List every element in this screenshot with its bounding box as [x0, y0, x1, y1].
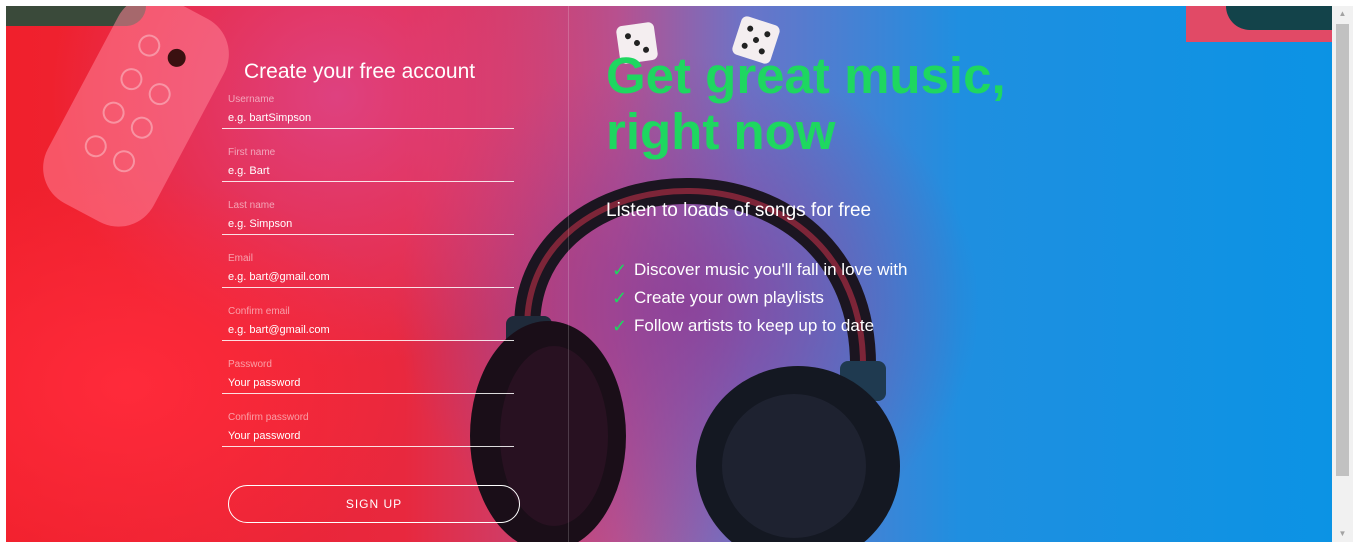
feature-item: ✓ Follow artists to keep up to date [612, 312, 1166, 340]
feature-list: ✓ Discover music you'll fall in love wit… [606, 256, 1166, 340]
promo-heading-line2: right now [606, 103, 836, 160]
background-plant [1226, 6, 1332, 30]
feature-item: ✓ Discover music you'll fall in love wit… [612, 256, 1166, 284]
first-name-label: First name [228, 147, 276, 158]
confirm-email-field-group: Confirm email [222, 306, 522, 359]
sign-up-button[interactable]: SIGN UP [228, 485, 520, 523]
email-label: Email [228, 253, 254, 264]
first-name-field-group: First name [222, 147, 522, 200]
confirm-password-label: Confirm password [228, 412, 309, 423]
vertical-scrollbar[interactable]: ▲ ▼ [1332, 6, 1353, 542]
username-label: Username [228, 94, 275, 105]
feature-text: Follow artists to keep up to date [634, 316, 875, 335]
confirm-email-label: Confirm email [228, 306, 290, 317]
checkmark-icon: ✓ [612, 260, 628, 280]
scroll-down-arrow-icon[interactable]: ▼ [1332, 526, 1353, 542]
password-input[interactable] [222, 373, 514, 394]
feature-text: Discover music you'll fall in love with [634, 260, 908, 279]
form-title: Create your free account [244, 60, 476, 83]
feature-text: Create your own playlists [634, 288, 824, 307]
promo-heading: Get great music, right now [606, 48, 1166, 160]
scroll-up-arrow-icon[interactable]: ▲ [1332, 6, 1353, 22]
password-label: Password [228, 359, 272, 370]
last-name-input[interactable] [222, 214, 514, 235]
promo-subheading: Listen to loads of songs for free [606, 200, 872, 221]
background-remote [29, 6, 243, 241]
email-input[interactable] [222, 267, 514, 288]
promo-section: Get great music, right now Listen to loa… [606, 48, 1166, 340]
first-name-input[interactable] [222, 161, 514, 182]
background-divider [568, 6, 569, 542]
checkmark-icon: ✓ [612, 288, 628, 308]
password-field-group: Password [222, 359, 522, 412]
username-input[interactable] [222, 108, 514, 129]
last-name-field-group: Last name [222, 200, 522, 253]
confirm-password-input[interactable] [222, 426, 514, 447]
last-name-label: Last name [228, 200, 275, 211]
email-field-group: Email [222, 253, 522, 306]
signup-form: Create your free account Username First … [222, 60, 522, 465]
checkmark-icon: ✓ [612, 316, 628, 336]
promo-heading-line1: Get great music, [606, 47, 1006, 104]
username-field-group: Username [222, 94, 522, 147]
confirm-email-input[interactable] [222, 320, 514, 341]
confirm-password-field-group: Confirm password [222, 412, 522, 465]
feature-item: ✓ Create your own playlists [612, 284, 1166, 312]
scrollbar-thumb[interactable] [1336, 24, 1349, 476]
